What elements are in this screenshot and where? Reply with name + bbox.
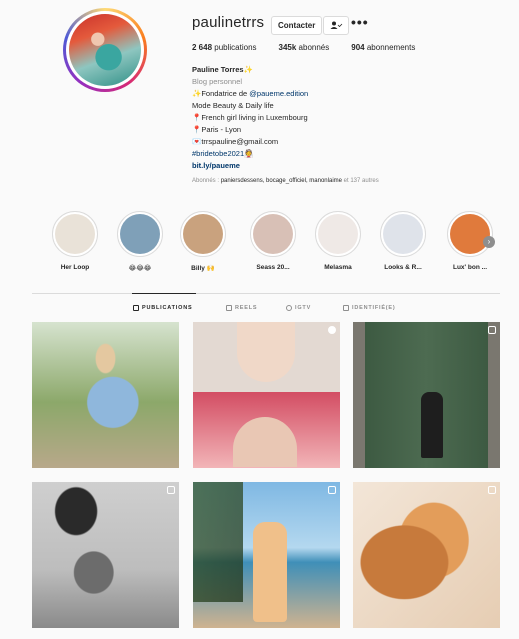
bio-founder-text: ✨Fondatrice de — [192, 89, 250, 98]
highlight-item[interactable]: Melasma — [308, 211, 368, 271]
highlight-label: Lux' bon ... — [452, 264, 488, 271]
followers-count[interactable]: 345k abonnés — [279, 43, 330, 52]
posts-label: publications — [214, 43, 257, 52]
carousel-icon — [488, 486, 496, 494]
followed-by-text[interactable]: Abonnés : paniersdessens, bocage_officie… — [192, 178, 379, 184]
highlight-cover — [447, 211, 493, 257]
following-label: abonnements — [366, 43, 416, 52]
followed-by-names: paniersdessens, bocage_officiel, manonla… — [220, 178, 342, 184]
bio-line-founder: ✨Fondatrice de @paueme.edition — [192, 88, 308, 100]
highlight-item[interactable]: Seass 20... — [243, 211, 303, 271]
highlight-item[interactable]: Billy 🙌 — [173, 211, 233, 272]
highlight-cover — [117, 211, 163, 257]
bio-line: 💌trrspauline@gmail.com — [192, 137, 279, 146]
bio-website-link[interactable]: bit.ly/paueme — [192, 160, 308, 172]
bio-line: 📍Paris - Lyon — [192, 125, 242, 134]
highlight-label: Billy 🙌 — [191, 265, 215, 272]
grid-icon — [133, 305, 139, 311]
person-check-icon — [330, 21, 343, 29]
carousel-icon — [328, 486, 336, 494]
bio-line: Mode Beauty & Daily life — [192, 101, 274, 110]
posts-count[interactable]: 2 648 publications — [192, 43, 257, 52]
highlight-cover — [380, 211, 426, 257]
tabs-divider — [32, 293, 500, 294]
profile-bio: Pauline Torres✨ Blog personnel ✨Fondatri… — [192, 64, 308, 172]
reels-icon — [226, 305, 232, 311]
tagged-icon — [343, 305, 349, 311]
highlight-label: Her Loop — [60, 264, 90, 271]
bio-hashtag-link[interactable]: #bridetobe2021👰 — [192, 148, 308, 160]
bio-line: 📍French girl living in Luxembourg — [192, 113, 308, 122]
following-value: 904 — [351, 43, 365, 52]
profile-stats: 2 648 publications 345k abonnés 904 abon… — [192, 43, 415, 52]
highlight-cover — [180, 211, 226, 257]
bio-full-name: Pauline Torres✨ — [192, 65, 253, 74]
following-button[interactable] — [323, 16, 349, 35]
following-count[interactable]: 904 abonnements — [351, 43, 415, 52]
post-thumbnail[interactable] — [193, 482, 340, 628]
bio-mention-link[interactable]: @paueme.edition — [249, 89, 308, 98]
carousel-icon — [167, 486, 175, 494]
tab-tagged[interactable]: IDENTIFIÉ(E) — [343, 305, 396, 311]
tab-label: IGTV — [295, 305, 312, 311]
tab-label: REELS — [235, 305, 258, 311]
active-tab-indicator — [132, 293, 196, 294]
post-thumbnail[interactable] — [193, 322, 340, 468]
contact-button[interactable]: Contacter — [271, 16, 323, 35]
tab-label: PUBLICATIONS — [142, 305, 193, 311]
post-thumbnail[interactable] — [353, 322, 500, 468]
igtv-icon — [286, 305, 292, 311]
profile-username: paulinetrrs — [192, 14, 265, 31]
highlight-item[interactable]: 😂😂😂 — [110, 211, 170, 272]
highlight-item[interactable]: Her Loop — [45, 211, 105, 271]
followers-value: 345k — [278, 43, 297, 52]
followers-label: abonnés — [298, 43, 330, 52]
more-options-icon[interactable]: ••• — [351, 14, 369, 30]
post-thumbnail[interactable] — [32, 322, 179, 468]
tab-reels[interactable]: REELS — [226, 305, 257, 311]
highlights-next-icon[interactable]: › — [483, 236, 495, 248]
highlight-cover — [52, 211, 98, 257]
followed-by-suffix: et 137 autres — [342, 178, 379, 184]
highlight-item[interactable]: Looks & R... — [373, 211, 433, 271]
avatar-photo — [69, 14, 141, 86]
highlight-label: Melasma — [324, 264, 352, 271]
bio-category: Blog personnel — [192, 77, 243, 86]
highlight-cover — [250, 211, 296, 257]
followed-by-prefix: Abonnés : — [192, 178, 221, 184]
posts-value: 2 648 — [192, 43, 213, 52]
carousel-icon — [488, 326, 496, 334]
video-icon — [328, 326, 336, 334]
post-thumbnail[interactable] — [32, 482, 179, 628]
tab-publications[interactable]: PUBLICATIONS — [133, 305, 192, 311]
profile-avatar[interactable] — [63, 8, 147, 92]
highlight-label: Looks & R... — [384, 264, 422, 271]
tab-label: IDENTIFIÉ(E) — [352, 305, 396, 311]
highlight-cover — [315, 211, 361, 257]
highlight-label: Seass 20... — [256, 264, 290, 271]
tab-igtv[interactable]: IGTV — [286, 305, 311, 311]
highlight-label: 😂😂😂 — [128, 265, 152, 272]
post-thumbnail[interactable] — [353, 482, 500, 628]
